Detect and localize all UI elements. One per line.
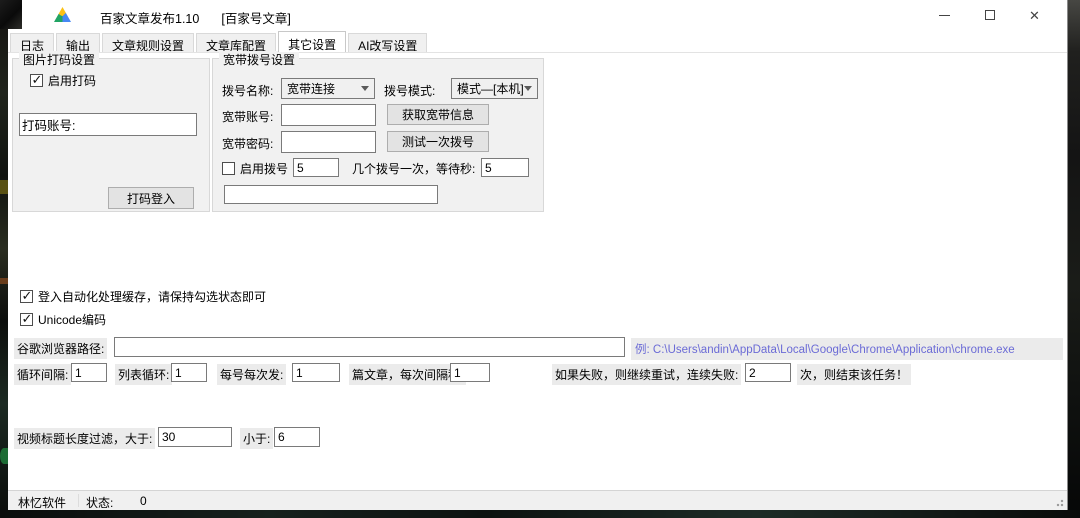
- list-loop-label: 列表循环:: [115, 364, 172, 385]
- brand-label: 林忆软件: [18, 494, 66, 511]
- broadband-password-label: 宽带密码:: [222, 135, 273, 152]
- app-title: 百家文章发布1.10: [100, 12, 199, 26]
- dial-count-input[interactable]: [293, 158, 339, 177]
- fail-count-input[interactable]: [745, 363, 791, 382]
- captcha-login-button[interactable]: 打码登入: [108, 187, 194, 209]
- minimize-button[interactable]: [922, 0, 967, 30]
- maximize-icon: [985, 10, 995, 20]
- broadband-password-input[interactable]: [281, 131, 376, 153]
- test-dial-button[interactable]: 测试一次拨号: [387, 131, 489, 152]
- window-controls: ✕: [922, 0, 1057, 30]
- video-title-lt-input[interactable]: [274, 427, 320, 447]
- article-gap-input[interactable]: [450, 363, 490, 382]
- dial-mode-value: 模式—[本机]: [457, 80, 524, 97]
- taskbar-strip: [0, 510, 1080, 518]
- loop-interval-label: 循环间隔:: [14, 364, 71, 385]
- titlebar[interactable]: 百家文章发布1.10 [百家号文章] ✕: [8, 0, 1067, 30]
- video-title-lt-label: 小于:: [240, 428, 273, 449]
- chevron-down-icon: [361, 86, 369, 91]
- get-broadband-info-button[interactable]: 获取宽带信息: [387, 104, 489, 125]
- dial-name-value: 宽带连接: [287, 80, 335, 97]
- tab-other-settings[interactable]: 其它设置: [278, 31, 346, 52]
- chevron-down-icon: [524, 86, 532, 91]
- statusbar-separator: [78, 494, 79, 507]
- captcha-settings-group: 图片打码设置 启用打码 打码账号: 打码登入: [12, 58, 210, 212]
- captcha-account-label: 打码账号:: [20, 115, 75, 134]
- video-title-gt-input[interactable]: [158, 427, 232, 447]
- enable-dial-row: 启用拨号: [222, 160, 288, 177]
- unicode-label: Unicode编码: [38, 311, 106, 328]
- minimize-icon: [939, 15, 950, 16]
- article-gap-label: 篇文章，每次间隔秒:: [349, 364, 466, 385]
- captcha-group-title: 图片打码设置: [19, 51, 99, 68]
- per-account-input[interactable]: [292, 363, 340, 382]
- dial-wait-input[interactable]: [481, 158, 529, 177]
- unicode-checkbox[interactable]: [20, 313, 33, 326]
- close-button[interactable]: ✕: [1012, 0, 1057, 30]
- desktop-icon-sliver: [0, 278, 8, 284]
- tab-ai-rewrite[interactable]: AI改写设置: [348, 33, 427, 52]
- chrome-path-input[interactable]: [114, 337, 625, 357]
- tab-content-divider: [8, 52, 1067, 53]
- enable-dial-label: 启用拨号: [240, 160, 288, 177]
- cache-label: 登入自动化处理缓存，请保持勾选状态即可: [38, 288, 266, 305]
- window-title: 百家文章发布1.10 [百家号文章]: [100, 8, 291, 27]
- dial-mode-label: 拨号模式:: [384, 82, 435, 99]
- broadband-account-label: 宽带账号:: [222, 108, 273, 125]
- cache-checkbox[interactable]: [20, 290, 33, 303]
- chrome-path-hint: 例: C:\Users\andin\AppData\Local\Google\C…: [631, 338, 1063, 360]
- document-title: [百家号文章]: [221, 12, 290, 26]
- enable-captcha-checkbox[interactable]: [30, 74, 43, 87]
- captcha-account-box: 打码账号:: [19, 113, 197, 136]
- close-icon: ✕: [1029, 9, 1040, 22]
- video-title-filter-label: 视频标题长度过滤，大于:: [14, 428, 155, 449]
- tab-article-rules[interactable]: 文章规则设置: [102, 33, 194, 52]
- maximize-button[interactable]: [967, 0, 1012, 30]
- desktop-icon-sliver: [0, 180, 8, 194]
- tab-article-library[interactable]: 文章库配置: [196, 33, 276, 52]
- chrome-path-label: 谷歌浏览器路径:: [14, 338, 107, 359]
- cache-option-row: 登入自动化处理缓存，请保持勾选状态即可: [20, 288, 266, 305]
- list-loop-input[interactable]: [171, 363, 207, 382]
- status-bar: 林忆软件 状态: 0: [8, 490, 1067, 510]
- desktop-background-right: [1068, 0, 1080, 518]
- desktop-background-corner: [0, 0, 22, 29]
- broadband-account-input[interactable]: [281, 104, 376, 126]
- captcha-account-input[interactable]: [75, 114, 196, 135]
- enable-captcha-row: 启用打码: [30, 72, 96, 89]
- fail-suffix-label: 次，则结束该任务！: [797, 364, 911, 385]
- enable-dial-checkbox[interactable]: [222, 162, 235, 175]
- resize-grip[interactable]: [1054, 497, 1064, 507]
- dial-name-select[interactable]: 宽带连接: [281, 78, 375, 99]
- app-icon: [54, 7, 71, 22]
- dial-extra-input[interactable]: [224, 185, 438, 204]
- fail-retry-label: 如果失败，则继续重试，连续失败:: [552, 364, 741, 385]
- per-account-label: 每号每次发:: [217, 364, 286, 385]
- loop-interval-input[interactable]: [71, 363, 107, 382]
- dial-group-title: 宽带拨号设置: [219, 51, 299, 68]
- dial-settings-group: 宽带拨号设置 拨号名称: 宽带连接 拨号模式: 模式—[本机] 宽带账号: 获取…: [212, 58, 544, 212]
- unicode-option-row: Unicode编码: [20, 311, 106, 328]
- dial-name-label: 拨号名称:: [222, 82, 273, 99]
- enable-captcha-label: 启用打码: [48, 72, 96, 89]
- tab-bar: 日志 输出 文章规则设置 文章库配置 其它设置 AI改写设置: [10, 31, 429, 52]
- dial-wait-label: 几个拨号一次，等待秒:: [352, 160, 475, 177]
- status-value: 0: [140, 494, 147, 508]
- desktop-icon-sliver: [0, 448, 8, 464]
- dial-mode-select[interactable]: 模式—[本机]: [451, 78, 538, 99]
- app-window: 百家文章发布1.10 [百家号文章] ✕ 日志 输出 文章规则设置 文章库配置 其…: [8, 0, 1068, 510]
- status-label: 状态:: [86, 494, 113, 511]
- tab-log[interactable]: 日志: [10, 33, 54, 52]
- tab-output[interactable]: 输出: [56, 33, 100, 52]
- desktop-background-left: [0, 0, 8, 518]
